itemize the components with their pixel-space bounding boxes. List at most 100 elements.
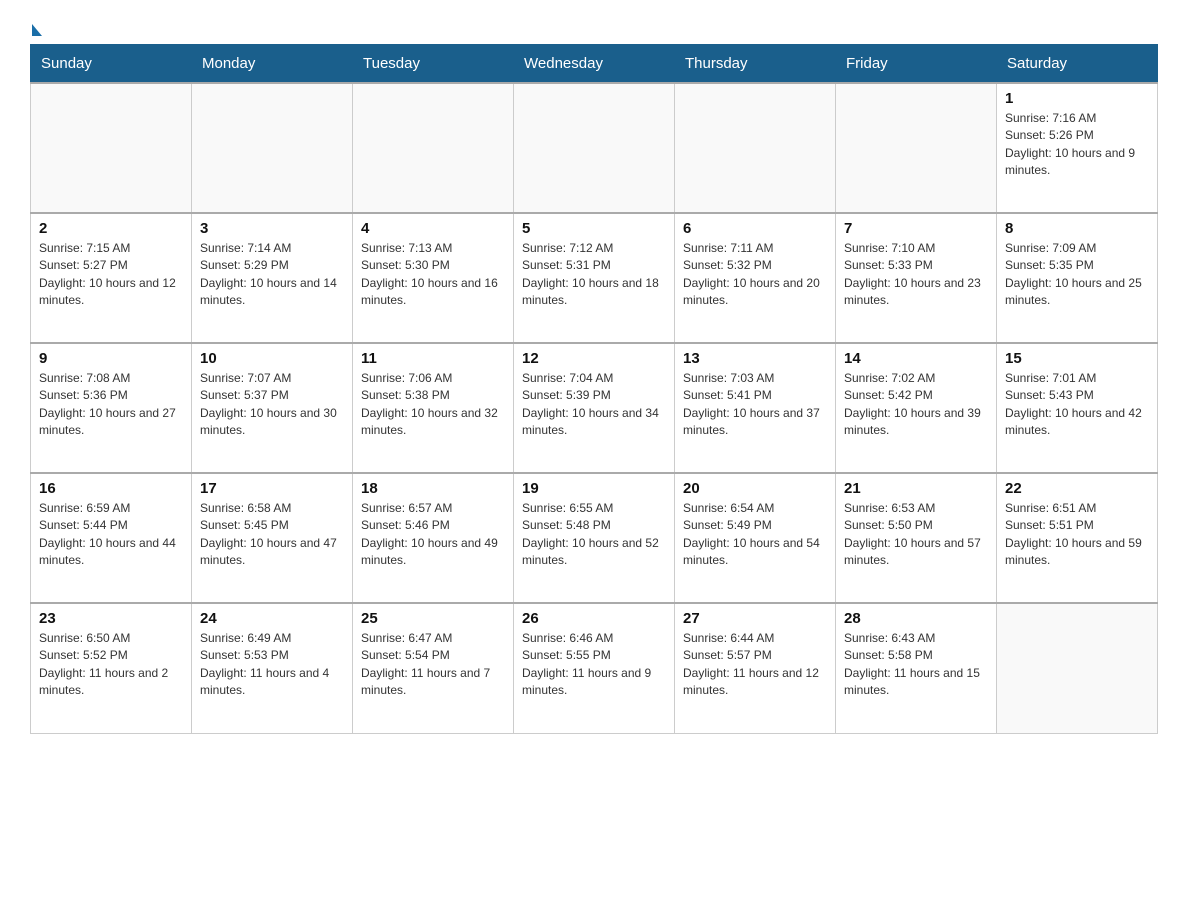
calendar-cell: 26 Sunrise: 6:46 AM Sunset: 5:55 PM Dayli…: [514, 603, 675, 733]
day-number: 16: [39, 480, 183, 497]
day-number: 6: [683, 220, 827, 237]
column-header-wednesday: Wednesday: [514, 45, 675, 84]
calendar-cell: 22 Sunrise: 6:51 AM Sunset: 5:51 PM Dayli…: [997, 473, 1158, 603]
calendar-cell: [31, 83, 192, 213]
day-number: 7: [844, 220, 988, 237]
calendar-header-row: SundayMondayTuesdayWednesdayThursdayFrid…: [31, 45, 1158, 84]
day-number: 21: [844, 480, 988, 497]
calendar-cell: 23 Sunrise: 6:50 AM Sunset: 5:52 PM Dayli…: [31, 603, 192, 733]
column-header-sunday: Sunday: [31, 45, 192, 84]
logo: [30, 20, 42, 34]
day-number: 20: [683, 480, 827, 497]
logo-arrow-icon: [32, 24, 42, 36]
calendar-cell: 16Sunrise: 6:59 AM Sunset: 5:44 PM Dayli…: [31, 473, 192, 603]
calendar-cell: 14 Sunrise: 7:02 AM Sunset: 5:42 PM Dayli…: [836, 343, 997, 473]
day-number: 4: [361, 220, 505, 237]
day-number: 22: [1005, 480, 1149, 497]
calendar-cell: 7 Sunrise: 7:10 AM Sunset: 5:33 PM Daylig…: [836, 213, 997, 343]
day-info: Sunrise: 6:55 AM Sunset: 5:48 PM Dayligh…: [522, 500, 666, 570]
day-info: Sunrise: 7:13 AM Sunset: 5:30 PM Dayligh…: [361, 240, 505, 310]
day-info: Sunrise: 7:11 AM Sunset: 5:32 PM Dayligh…: [683, 240, 827, 310]
day-number: 17: [200, 480, 344, 497]
calendar-week-row: 1 Sunrise: 7:16 AM Sunset: 5:26 PM Daylig…: [31, 83, 1158, 213]
day-info: Sunrise: 7:12 AM Sunset: 5:31 PM Dayligh…: [522, 240, 666, 310]
day-number: 18: [361, 480, 505, 497]
calendar-table: SundayMondayTuesdayWednesdayThursdayFrid…: [30, 44, 1158, 734]
day-info: Sunrise: 6:58 AM Sunset: 5:45 PM Dayligh…: [200, 500, 344, 570]
calendar-cell: 5 Sunrise: 7:12 AM Sunset: 5:31 PM Daylig…: [514, 213, 675, 343]
column-header-thursday: Thursday: [675, 45, 836, 84]
column-header-friday: Friday: [836, 45, 997, 84]
calendar-cell: 10 Sunrise: 7:07 AM Sunset: 5:37 PM Dayli…: [192, 343, 353, 473]
day-info: Sunrise: 7:02 AM Sunset: 5:42 PM Dayligh…: [844, 370, 988, 440]
calendar-cell: 27 Sunrise: 6:44 AM Sunset: 5:57 PM Dayli…: [675, 603, 836, 733]
calendar-cell: 1 Sunrise: 7:16 AM Sunset: 5:26 PM Daylig…: [997, 83, 1158, 213]
day-number: 26: [522, 610, 666, 627]
calendar-week-row: 16Sunrise: 6:59 AM Sunset: 5:44 PM Dayli…: [31, 473, 1158, 603]
day-number: 3: [200, 220, 344, 237]
day-info: Sunrise: 6:43 AM Sunset: 5:58 PM Dayligh…: [844, 630, 988, 700]
calendar-cell: 11 Sunrise: 7:06 AM Sunset: 5:38 PM Dayli…: [353, 343, 514, 473]
day-info: Sunrise: 7:07 AM Sunset: 5:37 PM Dayligh…: [200, 370, 344, 440]
calendar-cell: 3Sunrise: 7:14 AM Sunset: 5:29 PM Daylig…: [192, 213, 353, 343]
day-info: Sunrise: 7:10 AM Sunset: 5:33 PM Dayligh…: [844, 240, 988, 310]
day-info: Sunrise: 6:47 AM Sunset: 5:54 PM Dayligh…: [361, 630, 505, 700]
day-info: Sunrise: 6:51 AM Sunset: 5:51 PM Dayligh…: [1005, 500, 1149, 570]
day-info: Sunrise: 7:03 AM Sunset: 5:41 PM Dayligh…: [683, 370, 827, 440]
calendar-cell: 6 Sunrise: 7:11 AM Sunset: 5:32 PM Daylig…: [675, 213, 836, 343]
calendar-cell: [675, 83, 836, 213]
calendar-cell: 17 Sunrise: 6:58 AM Sunset: 5:45 PM Dayli…: [192, 473, 353, 603]
calendar-week-row: 23 Sunrise: 6:50 AM Sunset: 5:52 PM Dayli…: [31, 603, 1158, 733]
calendar-cell: 8 Sunrise: 7:09 AM Sunset: 5:35 PM Daylig…: [997, 213, 1158, 343]
day-number: 27: [683, 610, 827, 627]
calendar-cell: 18Sunrise: 6:57 AM Sunset: 5:46 PM Dayli…: [353, 473, 514, 603]
day-number: 8: [1005, 220, 1149, 237]
calendar-cell: 13 Sunrise: 7:03 AM Sunset: 5:41 PM Dayli…: [675, 343, 836, 473]
day-number: 10: [200, 350, 344, 367]
day-info: Sunrise: 6:53 AM Sunset: 5:50 PM Dayligh…: [844, 500, 988, 570]
day-info: Sunrise: 6:44 AM Sunset: 5:57 PM Dayligh…: [683, 630, 827, 700]
column-header-tuesday: Tuesday: [353, 45, 514, 84]
day-info: Sunrise: 7:01 AM Sunset: 5:43 PM Dayligh…: [1005, 370, 1149, 440]
column-header-monday: Monday: [192, 45, 353, 84]
day-number: 19: [522, 480, 666, 497]
day-number: 1: [1005, 90, 1149, 107]
day-info: Sunrise: 7:08 AM Sunset: 5:36 PM Dayligh…: [39, 370, 183, 440]
day-info: Sunrise: 6:46 AM Sunset: 5:55 PM Dayligh…: [522, 630, 666, 700]
day-info: Sunrise: 7:16 AM Sunset: 5:26 PM Dayligh…: [1005, 110, 1149, 180]
day-number: 12: [522, 350, 666, 367]
day-number: 14: [844, 350, 988, 367]
day-info: Sunrise: 6:49 AM Sunset: 5:53 PM Dayligh…: [200, 630, 344, 700]
calendar-cell: 24 Sunrise: 6:49 AM Sunset: 5:53 PM Dayli…: [192, 603, 353, 733]
day-info: Sunrise: 6:54 AM Sunset: 5:49 PM Dayligh…: [683, 500, 827, 570]
calendar-cell: 12 Sunrise: 7:04 AM Sunset: 5:39 PM Dayli…: [514, 343, 675, 473]
day-number: 23: [39, 610, 183, 627]
day-number: 25: [361, 610, 505, 627]
calendar-cell: [353, 83, 514, 213]
day-number: 11: [361, 350, 505, 367]
day-number: 2: [39, 220, 183, 237]
day-info: Sunrise: 6:50 AM Sunset: 5:52 PM Dayligh…: [39, 630, 183, 700]
calendar-cell: 2 Sunrise: 7:15 AM Sunset: 5:27 PM Daylig…: [31, 213, 192, 343]
day-number: 15: [1005, 350, 1149, 367]
day-number: 13: [683, 350, 827, 367]
day-number: 28: [844, 610, 988, 627]
page-header: [30, 20, 1158, 34]
day-number: 9: [39, 350, 183, 367]
column-header-saturday: Saturday: [997, 45, 1158, 84]
calendar-cell: 15 Sunrise: 7:01 AM Sunset: 5:43 PM Dayli…: [997, 343, 1158, 473]
calendar-week-row: 2 Sunrise: 7:15 AM Sunset: 5:27 PM Daylig…: [31, 213, 1158, 343]
calendar-cell: 28 Sunrise: 6:43 AM Sunset: 5:58 PM Dayli…: [836, 603, 997, 733]
day-info: Sunrise: 7:06 AM Sunset: 5:38 PM Dayligh…: [361, 370, 505, 440]
calendar-cell: [836, 83, 997, 213]
day-info: Sunrise: 7:15 AM Sunset: 5:27 PM Dayligh…: [39, 240, 183, 310]
calendar-cell: [192, 83, 353, 213]
calendar-cell: 4 Sunrise: 7:13 AM Sunset: 5:30 PM Daylig…: [353, 213, 514, 343]
calendar-cell: 19 Sunrise: 6:55 AM Sunset: 5:48 PM Dayli…: [514, 473, 675, 603]
day-info: Sunrise: 7:04 AM Sunset: 5:39 PM Dayligh…: [522, 370, 666, 440]
day-info: Sunrise: 7:09 AM Sunset: 5:35 PM Dayligh…: [1005, 240, 1149, 310]
calendar-cell: 9 Sunrise: 7:08 AM Sunset: 5:36 PM Daylig…: [31, 343, 192, 473]
day-number: 5: [522, 220, 666, 237]
calendar-cell: [997, 603, 1158, 733]
day-number: 24: [200, 610, 344, 627]
